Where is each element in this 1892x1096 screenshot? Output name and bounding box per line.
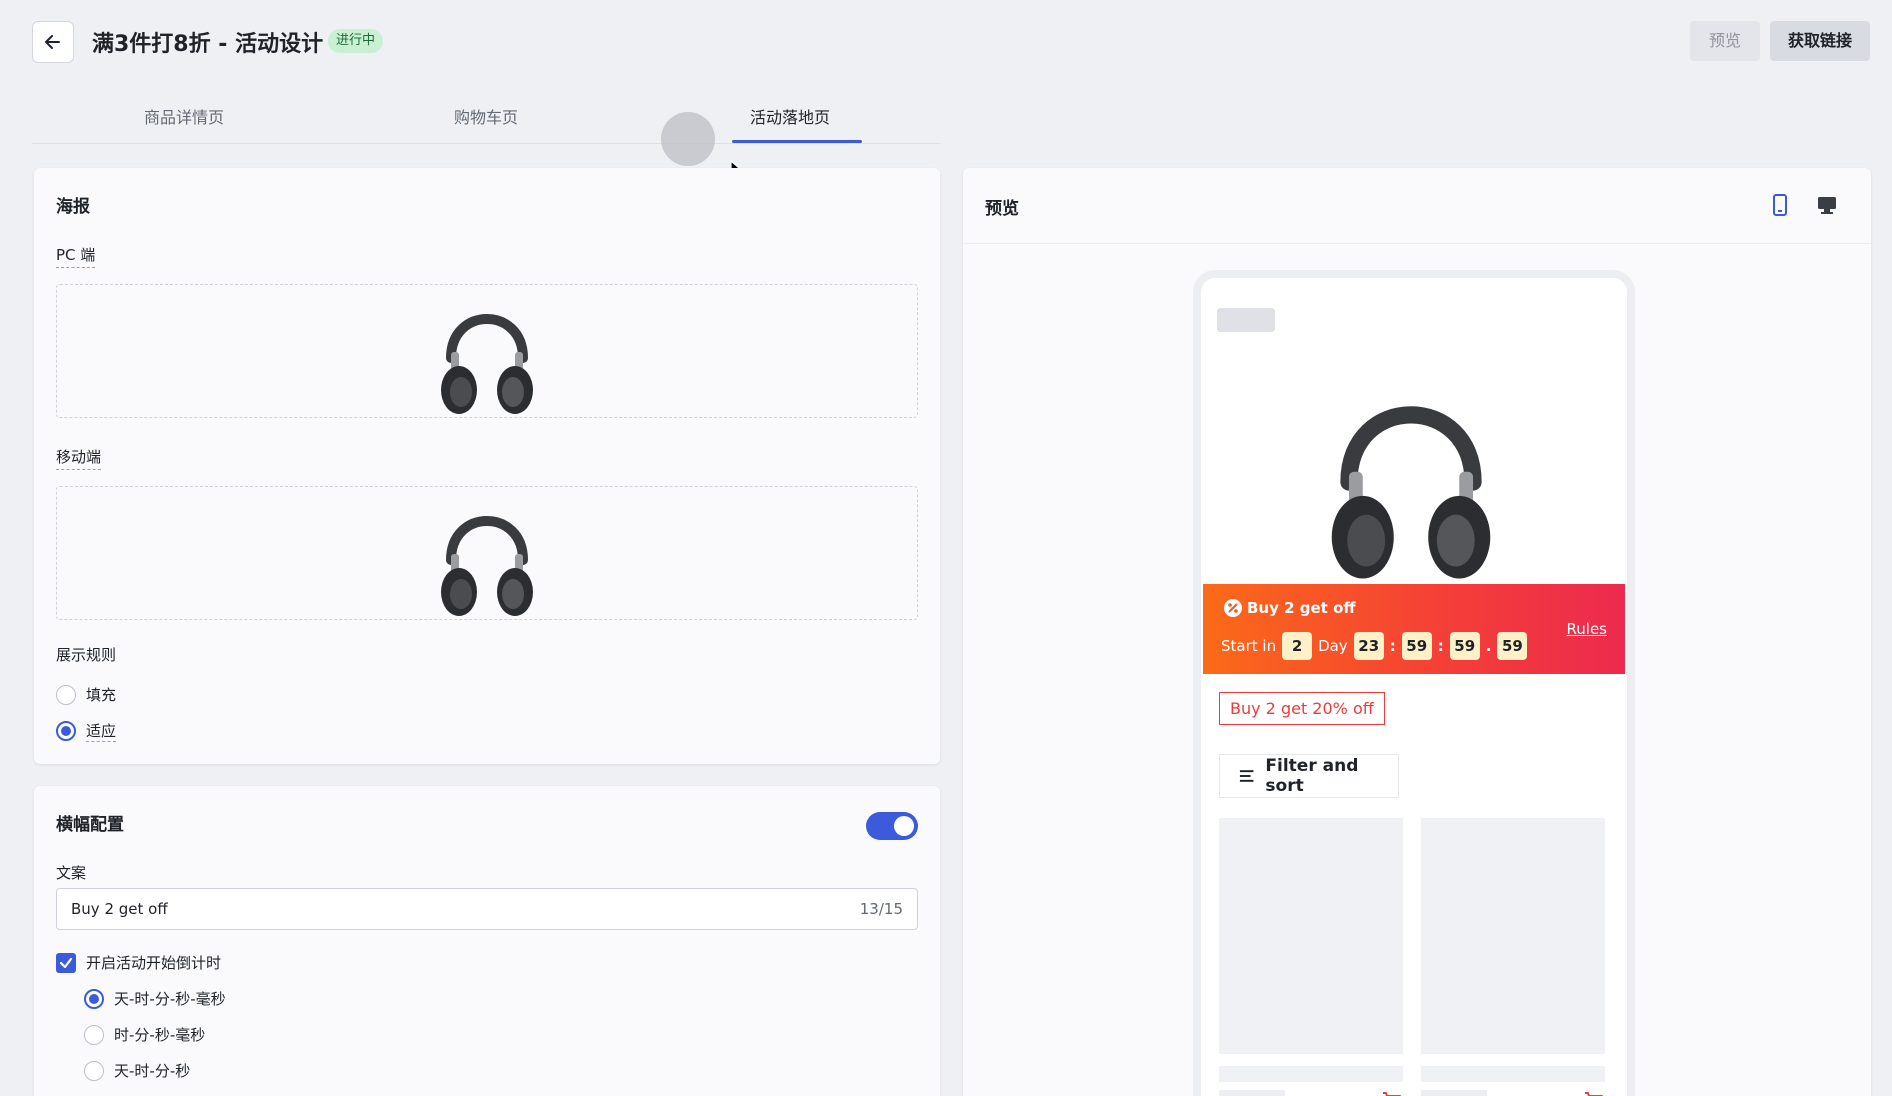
product-placeholder: [1421, 818, 1605, 1054]
headphones-image: [441, 516, 533, 616]
radio-button[interactable]: [56, 684, 76, 705]
filter-sort-button[interactable]: Filter and sort: [1219, 754, 1399, 798]
copy-label: 文案: [56, 864, 87, 882]
countdown-hours: 23: [1353, 632, 1384, 660]
radio-button-selected[interactable]: [84, 988, 104, 1009]
page-title: 满3件打8折 - 活动设计: [92, 32, 324, 57]
status-badge: 进行中: [328, 29, 384, 53]
countdown-days: 2: [1282, 632, 1313, 660]
filter-sort-label: Filter and sort: [1265, 756, 1359, 796]
separator: .: [1485, 637, 1492, 655]
cart-icon[interactable]: [1381, 1090, 1403, 1096]
product-price-placeholder: [1219, 1090, 1285, 1096]
preview-title: 预览: [985, 199, 1019, 219]
countdown: Start in 2 Day 23 : 59 : 59 . 59: [1221, 632, 1528, 660]
countdown-seconds: 59: [1449, 632, 1480, 660]
preview-header: 预览: [963, 168, 1871, 244]
rules-link[interactable]: Rules: [1567, 620, 1607, 638]
day-label: Day: [1318, 637, 1348, 655]
banner-toggle[interactable]: [866, 812, 918, 840]
mobile-poster-upload[interactable]: [56, 486, 918, 620]
banner-config-card: 横幅配置 文案 13/15 开启活动开始倒计时 天-时-分-秒-毫秒 时-分-秒…: [34, 786, 940, 1096]
promo-title-text: Buy 2 get off: [1247, 599, 1356, 617]
promo-title: Buy 2 get off: [1223, 598, 1356, 618]
back-button[interactable]: [32, 21, 74, 63]
radio-label: 天-时-分-秒-毫秒: [114, 990, 226, 1008]
logo-placeholder: [1217, 308, 1275, 332]
headphones-image: [441, 314, 533, 414]
phone-preview-frame: Buy 2 get off Start in 2 Day 23 : 59 : 5…: [1193, 270, 1635, 1096]
separator: :: [1437, 637, 1444, 655]
check-icon: [59, 957, 73, 968]
radio-button[interactable]: [84, 1060, 104, 1081]
radio-button-selected[interactable]: [56, 721, 76, 741]
preview-card: 预览 Buy 2 get off Start in 2 Day 23: 59 …: [963, 168, 1871, 1096]
countdown-checkbox[interactable]: [56, 952, 76, 973]
countdown-label: 开启活动开始倒计时: [86, 954, 222, 972]
format-option[interactable]: 天-时-分-秒-毫秒: [84, 988, 226, 1009]
tab-product-detail[interactable]: 商品详情页: [144, 104, 224, 128]
promo-banner: Buy 2 get off Start in 2 Day 23 : 59 : 5…: [1203, 584, 1625, 674]
poster-card: 海报 PC 端 移动端 展示规则 填充 适应: [34, 168, 940, 764]
get-link-button[interactable]: 获取链接: [1770, 21, 1870, 61]
tab-landing-page[interactable]: 活动落地页: [750, 104, 830, 128]
format-option[interactable]: 天-时-分-秒: [84, 1060, 190, 1081]
offer-tag: Buy 2 get 20% off: [1219, 692, 1385, 725]
char-count: 13/15: [859, 900, 903, 918]
poster-title: 海报: [56, 197, 90, 217]
filter-lines-icon: [1239, 770, 1254, 782]
tab-cart[interactable]: 购物车页: [454, 104, 518, 128]
display-rule-label: 展示规则: [56, 646, 117, 664]
tab-bar: 商品详情页 购物车页 活动落地页: [32, 96, 940, 144]
cart-icon[interactable]: [1583, 1090, 1605, 1096]
radio-button[interactable]: [84, 1024, 104, 1045]
desktop-device-icon[interactable]: [1815, 192, 1839, 218]
product-title-placeholder: [1421, 1066, 1605, 1082]
discount-badge-icon: [1224, 599, 1242, 617]
preview-button[interactable]: 预览: [1690, 21, 1760, 61]
product-price-placeholder: [1421, 1090, 1487, 1096]
product-placeholder: [1219, 818, 1403, 1054]
copy-input-wrapper: 13/15: [56, 888, 918, 930]
page-header: 满3件打8折 - 活动设计 进行中 预览 获取链接: [0, 0, 1892, 84]
radio-label: 填充: [86, 686, 117, 704]
headphones-hero-image: [1331, 406, 1491, 579]
start-in-label: Start in: [1221, 637, 1277, 655]
mobile-device-icon[interactable]: [1769, 192, 1791, 218]
pc-label: PC 端: [56, 244, 96, 268]
radio-label: 天-时-分-秒: [114, 1062, 191, 1080]
radio-label: 适应: [86, 722, 117, 742]
countdown-ms: 59: [1497, 632, 1528, 660]
radio-label: 时-分-秒-毫秒: [114, 1026, 206, 1044]
display-rule-fit[interactable]: 适应: [56, 720, 117, 742]
display-rule-fill[interactable]: 填充: [56, 684, 116, 705]
countdown-minutes: 59: [1401, 632, 1432, 660]
arrow-left-icon: [45, 35, 60, 49]
product-title-placeholder: [1219, 1066, 1403, 1082]
pc-poster-upload[interactable]: [56, 284, 918, 418]
countdown-checkbox-row[interactable]: 开启活动开始倒计时: [56, 952, 221, 973]
mobile-label: 移动端: [56, 446, 102, 470]
format-option[interactable]: 时-分-秒-毫秒: [84, 1024, 205, 1045]
separator: :: [1389, 637, 1396, 655]
banner-title: 横幅配置: [56, 815, 124, 835]
active-tab-indicator: [732, 140, 862, 143]
touch-indicator: [661, 112, 715, 166]
copy-input[interactable]: [57, 889, 860, 929]
